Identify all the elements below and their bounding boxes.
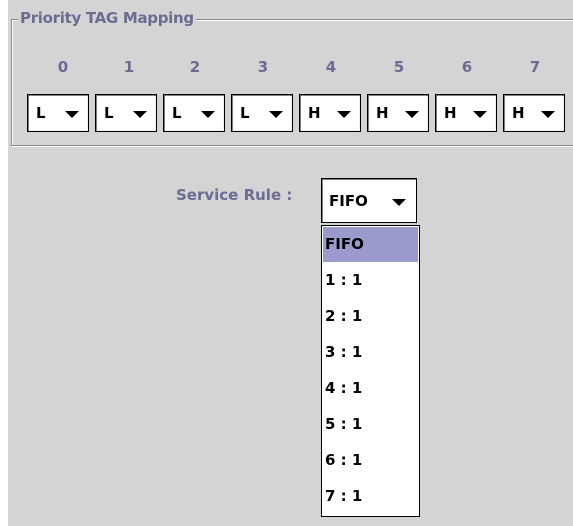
caret-down-icon[interactable] [65, 111, 79, 118]
tag-3-priority-value: L [240, 104, 250, 122]
tag-label-0: 0 [57, 58, 69, 76]
service-rule-option-2-1[interactable]: 2 : 1 [323, 299, 418, 334]
tag-3-priority-select[interactable]: L [231, 94, 293, 132]
service-rule-option-7-1[interactable]: 7 : 1 [323, 479, 418, 514]
tag-label-3: 3 [257, 58, 269, 76]
caret-down-icon[interactable] [405, 111, 419, 118]
tag-label-5: 5 [393, 58, 405, 76]
tag-6-priority-value: H [444, 104, 457, 122]
tag-7-priority-select[interactable]: H [503, 94, 565, 132]
service-rule-value: FIFO [329, 192, 368, 210]
tag-1-priority-value: L [104, 104, 114, 122]
service-rule-select[interactable]: FIFO [321, 178, 417, 223]
tag-0-priority-select[interactable]: L [27, 94, 89, 132]
service-rule-option-6-1[interactable]: 6 : 1 [323, 443, 418, 478]
tag-7-priority-value: H [512, 104, 525, 122]
caret-down-icon[interactable] [473, 111, 487, 118]
caret-down-icon[interactable] [392, 199, 406, 206]
tag-4-priority-value: H [308, 104, 321, 122]
tag-label-2: 2 [189, 58, 201, 76]
service-rule-option-4-1[interactable]: 4 : 1 [323, 371, 418, 406]
group-title: Priority TAG Mapping [18, 8, 196, 28]
tag-5-priority-value: H [376, 104, 389, 122]
tag-label-1: 1 [123, 58, 135, 76]
tag-4-priority-select[interactable]: H [299, 94, 361, 132]
caret-down-icon[interactable] [541, 111, 555, 118]
tag-2-priority-value: L [172, 104, 182, 122]
caret-down-icon[interactable] [201, 111, 215, 118]
tag-label-6: 6 [461, 58, 473, 76]
service-rule-option-1-1[interactable]: 1 : 1 [323, 263, 418, 298]
caret-down-icon[interactable] [269, 111, 283, 118]
tag-label-4: 4 [325, 58, 337, 76]
service-rule-option-3-1[interactable]: 3 : 1 [323, 335, 418, 370]
service-rule-label: Service Rule : [176, 186, 293, 204]
tag-label-7: 7 [529, 58, 541, 76]
tag-1-priority-select[interactable]: L [95, 94, 157, 132]
caret-down-icon[interactable] [337, 111, 351, 118]
service-rule-option-fifo[interactable]: FIFO [323, 227, 418, 262]
tag-0-priority-value: L [36, 104, 46, 122]
tag-6-priority-select[interactable]: H [435, 94, 497, 132]
tag-5-priority-select[interactable]: H [367, 94, 429, 132]
service-rule-dropdown-list: FIFO 1 : 1 2 : 1 3 : 1 4 : 1 5 : 1 6 : 1… [321, 225, 420, 517]
service-rule-option-5-1[interactable]: 5 : 1 [323, 407, 418, 442]
caret-down-icon[interactable] [133, 111, 147, 118]
tag-2-priority-select[interactable]: L [163, 94, 225, 132]
